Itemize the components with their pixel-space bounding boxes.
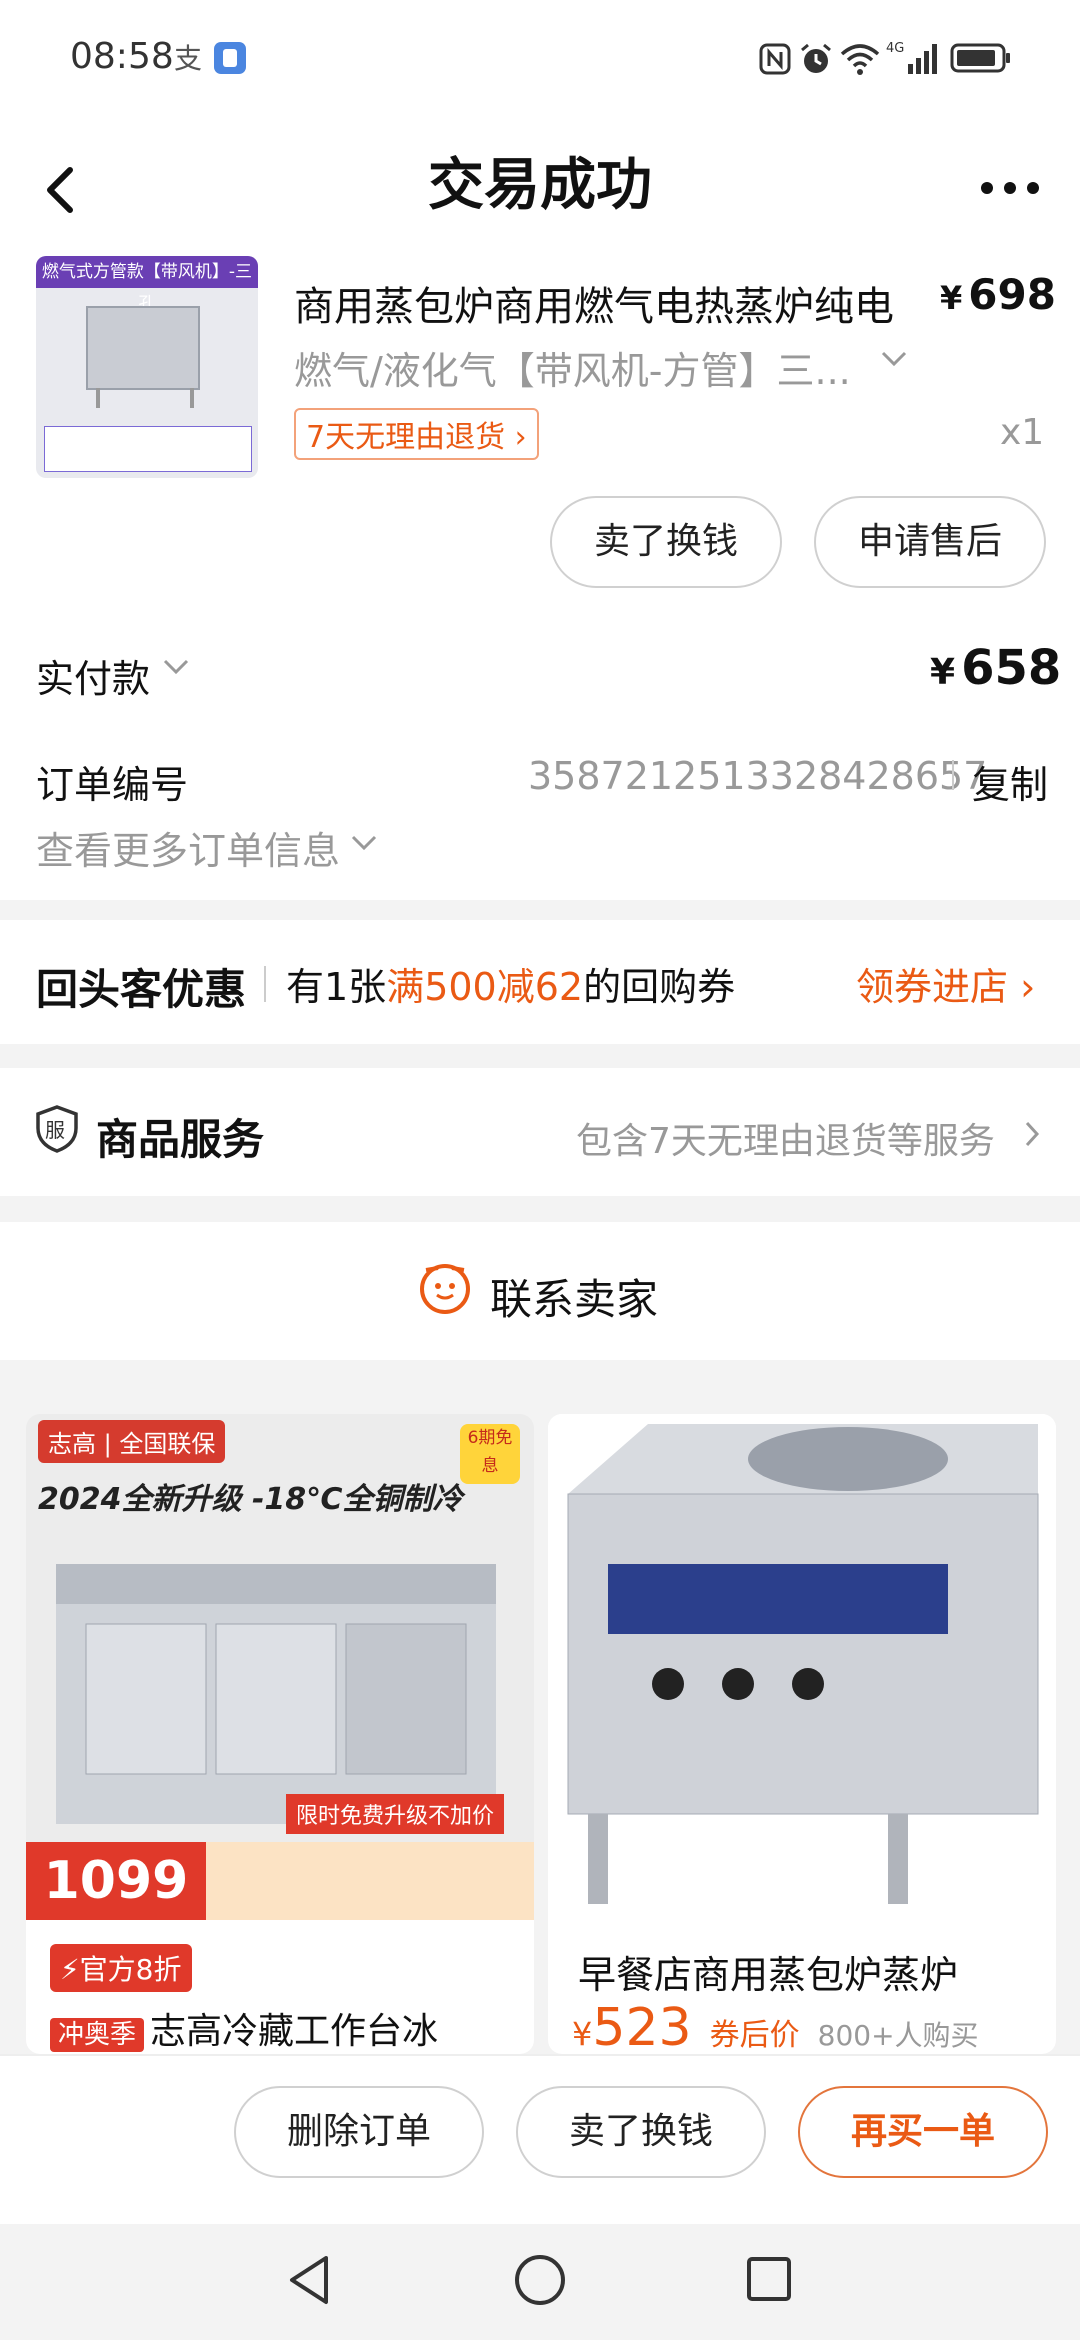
claim-coupon-link[interactable]: 领券进店 ›	[856, 956, 1035, 1011]
price-badge: 1099	[26, 1842, 206, 1920]
thumbnail-legs-graphic	[96, 388, 194, 408]
nav-recents-icon[interactable]	[744, 2254, 794, 2308]
after-sale-button[interactable]: 申请售后	[814, 496, 1046, 588]
price-note: 券后价	[709, 2018, 800, 2053]
chevron-right-icon	[1024, 1120, 1040, 1152]
nfc-icon	[758, 42, 792, 80]
sell-for-cash-button[interactable]: 卖了换钱	[550, 496, 782, 588]
coupon-text-suffix: 的回购券	[583, 965, 736, 1009]
more-dots-icon[interactable]	[980, 180, 1040, 199]
return-policy-tag[interactable]: 7天无理由退货 ›	[294, 408, 539, 460]
order-card: 燃气式方管款【带风机】-三孔 商用蒸包炉商用燃气电热蒸炉纯电 ¥698 燃气/液…	[0, 240, 1080, 900]
paid-amount-label[interactable]: 实付款	[36, 648, 150, 703]
nav-back-icon[interactable]	[284, 2252, 334, 2312]
product-quantity: x1	[1000, 412, 1045, 453]
product-image: 志高 | 全国联保 6期免息 2024全新升级 -18℃全铜制冷 限时免费升级不…	[26, 1414, 534, 1920]
product-price: ¥523 券后价 800+人购买	[572, 1998, 979, 2054]
campaign-badge: 冲奥季	[50, 2018, 145, 2052]
shield-icon: 服	[34, 1104, 80, 1158]
product-name-text: 志高冷藏工作台冰	[150, 2011, 439, 2052]
service-card[interactable]: 服 商品服务 包含7天无理由退货等服务	[0, 1068, 1080, 1196]
price-value: 523	[592, 1998, 692, 2054]
order-number: 3587212513328428657	[528, 754, 988, 798]
contact-seller-label: 联系卖家	[490, 1275, 659, 1324]
chevron-down-icon[interactable]	[880, 350, 908, 372]
nav-home-icon[interactable]	[512, 2252, 568, 2312]
product-price-value: 698	[968, 270, 1056, 319]
product-title[interactable]: 商用蒸包炉商用燃气电热蒸炉纯电	[294, 274, 894, 332]
recommendation-card[interactable]: 早餐店商用蒸包炉蒸炉 ¥523 券后价 800+人购买	[548, 1414, 1056, 2054]
return-customer-card: 回头客优惠 有1张满500减62的回购券 领券进店 ›	[0, 920, 1080, 1044]
chevron-right-icon: ›	[1020, 965, 1036, 1009]
claim-coupon-label: 领券进店	[856, 965, 1009, 1009]
discount-tag: ⚡官方8折	[50, 1944, 192, 1992]
discount-tag-label: 官方8折	[79, 1953, 182, 1986]
sell-for-cash-button[interactable]: 卖了换钱	[516, 2086, 766, 2178]
thumbnail-spec-table	[44, 426, 252, 472]
installment-badge: 6期免息	[460, 1424, 520, 1484]
copy-button[interactable]: 复制	[972, 754, 1048, 809]
product-name: 冲奥季 志高冷藏工作台冰	[50, 2002, 438, 2054]
order-number-label: 订单编号	[36, 763, 189, 807]
brand-banner: 志高 | 全国联保	[38, 1420, 226, 1463]
divider	[264, 966, 266, 1002]
product-name: 早餐店商用蒸包炉蒸炉	[578, 1953, 959, 1997]
buy-again-button[interactable]: 再买一单	[798, 2086, 1048, 2178]
svg-text:4G: 4G	[886, 41, 904, 56]
buyers-count: 800+人购买	[817, 2019, 979, 2052]
status-time: 08:58	[70, 36, 174, 77]
promo-headline: 2024全新升级 -18℃全铜制冷	[38, 1482, 463, 1517]
chevron-down-icon[interactable]	[350, 834, 378, 856]
app-badge-icon	[212, 40, 248, 80]
promo-strip	[206, 1842, 534, 1920]
page-title: 交易成功	[428, 153, 652, 218]
currency-symbol: ¥	[930, 652, 956, 693]
product-thumbnail[interactable]: 燃气式方管款【带风机】-三孔	[36, 256, 258, 478]
promo-ribbon: 限时免费升级不加价	[286, 1794, 505, 1834]
contact-seller-card[interactable]: 联系卖家	[0, 1222, 1080, 1360]
currency-symbol: ¥	[940, 279, 963, 317]
coupon-text-prefix: 有1张	[286, 965, 387, 1009]
product-price: ¥698	[940, 270, 1056, 319]
return-customer-title: 回头客优惠	[36, 965, 247, 1014]
alipay-icon: 支	[170, 40, 206, 80]
currency-symbol: ¥	[572, 2015, 593, 2053]
return-policy-text: 7天无理由退货	[306, 420, 506, 455]
divider	[952, 760, 954, 790]
battery-icon	[950, 42, 1012, 78]
coupon-text: 有1张满500减62的回购券	[286, 956, 735, 1011]
service-title: 商品服务	[96, 1115, 265, 1164]
thumbnail-steamer-graphic	[86, 306, 200, 390]
svg-text:支: 支	[174, 42, 202, 75]
seller-chat-icon	[418, 1262, 472, 1320]
nav-bar: 交易成功	[0, 120, 1080, 250]
delete-order-button[interactable]: 删除订单	[234, 2086, 484, 2178]
wifi-icon	[840, 42, 880, 80]
status-bar: 08:58 支 4G	[0, 0, 1080, 120]
bottom-action-bar: 删除订单 卖了换钱 再买一单	[0, 2054, 1080, 2226]
chevron-right-icon: ›	[514, 420, 527, 455]
thumbnail-banner: 燃气式方管款【带风机】-三孔	[36, 256, 258, 314]
coupon-highlight: 满500减62	[386, 965, 584, 1009]
signal-4g-icon: 4G	[886, 38, 940, 80]
product-image	[548, 1414, 1056, 1920]
more-order-info-link[interactable]: 查看更多订单信息	[36, 820, 340, 875]
svg-text:服: 服	[45, 1118, 65, 1142]
system-nav-bar	[0, 2224, 1080, 2340]
recommendation-card[interactable]: 志高 | 全国联保 6期免息 2024全新升级 -18℃全铜制冷 限时免费升级不…	[26, 1414, 534, 2054]
paid-amount: ¥658	[930, 640, 1061, 696]
alarm-icon	[798, 42, 834, 82]
lightning-icon: ⚡	[60, 1953, 80, 1986]
service-description: 包含7天无理由退货等服务	[576, 1121, 995, 1162]
chevron-down-icon[interactable]	[162, 658, 190, 680]
paid-amount-value: 658	[961, 640, 1062, 696]
product-spec[interactable]: 燃气/液化气【带风机-方管】三...	[294, 340, 851, 395]
